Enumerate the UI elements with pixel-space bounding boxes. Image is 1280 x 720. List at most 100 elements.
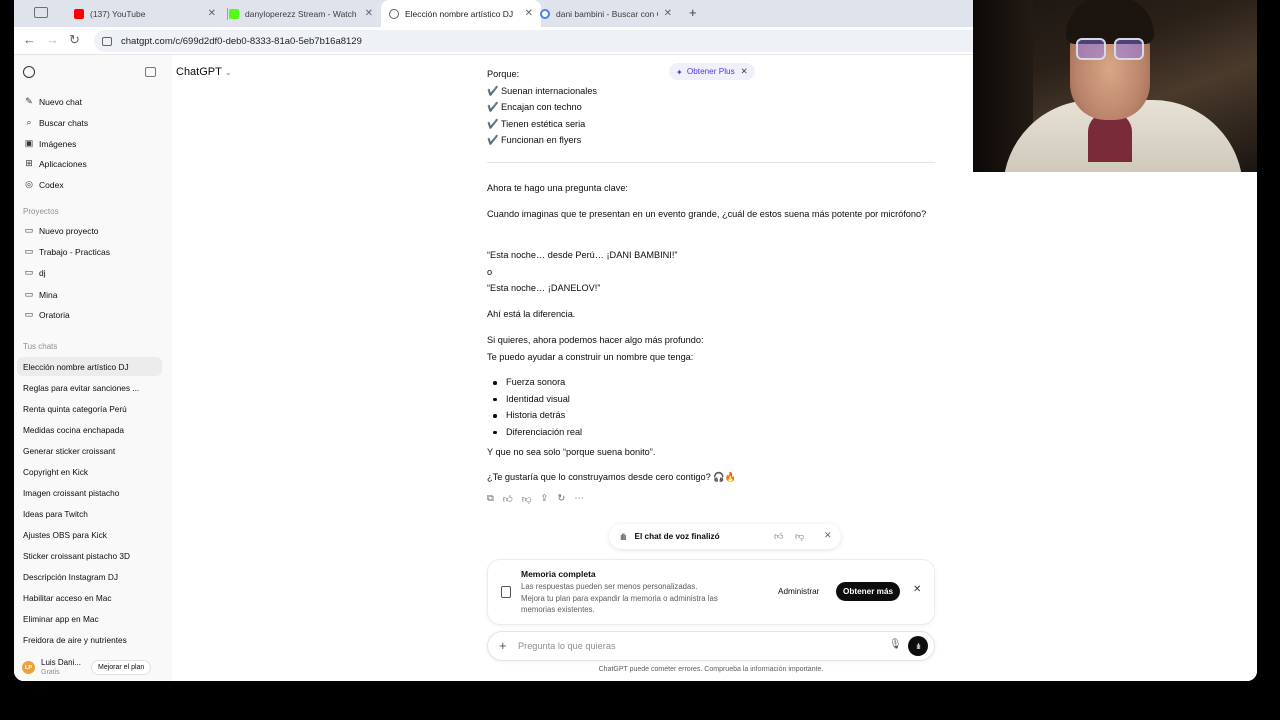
sidebar-item-label: dj (39, 267, 46, 278)
sidebar-chat-item[interactable]: Medidas cocina enchapada (17, 420, 162, 439)
tab-google[interactable]: dani bambini - Buscar con Go ✕ (532, 2, 680, 25)
sidebar-item-project[interactable]: ▭ Oratoria (22, 305, 163, 324)
tab-title: Elección nombre artístico DJ (405, 8, 514, 19)
close-icon[interactable]: ✕ (664, 8, 672, 19)
reload-icon[interactable]: ↻ (69, 32, 80, 48)
sidebar-chat-item[interactable]: Copyright en Kick (17, 462, 162, 481)
message-text: ¿Te gustaría que lo construyamos desde c… (487, 472, 737, 482)
webcam-glasses-right (1114, 38, 1144, 60)
image-icon: ▣ (24, 138, 34, 148)
folder-icon: ▭ (24, 246, 34, 256)
share-icon[interactable]: ⇪ (540, 493, 548, 505)
sidebar-item-label: Mina (39, 289, 58, 300)
sidebar-item-label: Imágenes (39, 138, 77, 149)
thumbs-up-icon[interactable]: 👍︎ (503, 493, 513, 505)
tab-chatgpt[interactable]: Elección nombre artístico DJ ✕ (381, 0, 541, 27)
close-icon[interactable]: ✕ (208, 8, 216, 19)
message-text: Si quieres, ahora podemos hacer algo más… (487, 335, 704, 345)
quote-text: “Esta noche… ¡DANELOV!” (487, 283, 601, 293)
quote-text: “Esta noche… desde Perú… ¡DANI BAMBINI!” (487, 250, 678, 260)
sidebar-toggle-icon[interactable] (145, 67, 156, 77)
thumbs-up-icon[interactable]: 👍︎ (774, 531, 783, 542)
sidebar-item-search-chats[interactable]: ⌕ Buscar chats (22, 113, 163, 132)
divider (487, 162, 935, 163)
prompt-input[interactable] (518, 632, 858, 660)
memory-description: Las respuestas pueden ser menos personal… (521, 581, 746, 616)
sidebar-item-codex[interactable]: ◎ Codex (22, 175, 163, 194)
sidebar-item-label: Nuevo proyecto (39, 225, 99, 236)
composer: + 🎙︎ ıIı (487, 631, 935, 661)
projects-header: Proyectos (23, 207, 59, 216)
codex-icon: ◎ (25, 179, 33, 189)
get-more-button[interactable]: Obtener más (836, 582, 901, 601)
sidebar-chat-item[interactable]: Generar sticker croissant (17, 441, 162, 460)
sidebar-chat-item[interactable]: Sticker croissant pistacho 3D (17, 546, 162, 565)
sidebar-chat-item[interactable]: Renta quinta categoría Perú (17, 399, 162, 418)
sidebar-item-apps[interactable]: ⊞ Aplicaciones (22, 154, 163, 173)
model-label: ChatGPT (176, 66, 222, 78)
tab-kick[interactable]: danyloperezz Stream - Watch ✕ (221, 2, 381, 25)
youtube-icon (74, 8, 84, 19)
sidebar-item-new-project[interactable]: ▭ Nuevo proyecto (22, 221, 163, 240)
sidebar-chat-item[interactable]: Ajustes OBS para Kick (17, 525, 162, 544)
sidebar-chat-item[interactable]: Imagen croissant pistacho (17, 483, 162, 502)
copy-icon[interactable]: ⧉ (487, 493, 494, 505)
list-item: Diferenciación real (487, 424, 937, 441)
sidebar-chat-item[interactable]: Descripción Instagram DJ (17, 567, 162, 586)
tab-groups-icon[interactable] (34, 7, 48, 18)
tab-title: danyloperezz Stream - Watch (245, 8, 357, 19)
sidebar-chat-item[interactable]: Habilitar acceso en Mac (17, 588, 162, 607)
check-text: Suenan internacionales (501, 85, 598, 96)
sidebar-chat-item[interactable]: Reglas para evitar sanciones ... (17, 378, 162, 397)
tab-youtube[interactable]: (137) YouTube ✕ (66, 2, 224, 25)
sidebar-item-new-chat[interactable]: ✎ Nuevo chat (22, 92, 163, 111)
check-text: Funcionan en flyers (501, 135, 582, 145)
close-icon[interactable]: ✕ (824, 530, 832, 541)
sidebar-chat-item[interactable]: Ideas para Twitch (17, 504, 162, 523)
chatgpt-icon (389, 8, 399, 19)
message-text: Porque: (487, 69, 520, 79)
list-item: Identidad visual (487, 391, 937, 408)
microphone-icon[interactable]: 🎙︎ (889, 639, 902, 650)
sidebar-item-project[interactable]: ▭ Mina (22, 285, 163, 304)
model-selector[interactable]: ChatGPT ⌄ (176, 66, 232, 78)
more-icon[interactable]: ⋯ (574, 493, 584, 505)
back-icon[interactable]: ← (23, 32, 36, 47)
google-icon (540, 8, 550, 19)
sidebar-chat-item[interactable]: Eliminar app en Mac (17, 609, 162, 628)
site-info-icon[interactable] (102, 36, 112, 46)
voice-wave-icon: ıIlı (620, 531, 626, 542)
tab-title: dani bambini - Buscar con Go (556, 8, 658, 19)
sidebar-item-project[interactable]: ▭ dj (22, 263, 163, 282)
forward-icon[interactable]: → (46, 32, 59, 47)
check-icon: ✔️ (487, 135, 501, 145)
regenerate-icon[interactable]: ↻ (557, 493, 565, 505)
new-chat-icon: ✎ (25, 96, 33, 106)
sidebar-chat-item[interactable]: Elección nombre artístico DJ (17, 357, 162, 376)
new-tab-button[interactable]: + (689, 5, 697, 20)
check-text: Encajan con techno (501, 102, 582, 112)
chevron-down-icon: ⌄ (224, 68, 232, 77)
check-text: Tienen estética seria (500, 118, 586, 129)
message-text: Cuando imaginas que te presentan en un e… (487, 209, 927, 219)
check-item: ✔️ Encajan con techno (487, 99, 937, 116)
plus-icon[interactable]: + (499, 638, 507, 653)
manage-memory-button[interactable]: Administrar (771, 582, 826, 601)
user-name: Luis Dani... (41, 658, 82, 667)
voice-mode-button[interactable]: ıIı (908, 636, 928, 656)
sidebar-chat-item[interactable]: Freidora de aire y nutrientes (17, 630, 162, 649)
openai-logo-icon[interactable] (23, 66, 35, 78)
sidebar-item-project[interactable]: ▭ Trabajo - Practicas (22, 242, 163, 261)
search-icon: ⌕ (26, 117, 32, 127)
upgrade-plan-button[interactable]: Mejorar el plan (91, 660, 152, 675)
thumbs-down-icon[interactable]: 👎︎ (522, 493, 532, 505)
close-icon[interactable]: ✕ (913, 584, 921, 595)
close-icon[interactable]: ✕ (365, 8, 373, 19)
thumbs-down-icon[interactable]: 👎︎ (795, 531, 804, 542)
sidebar-item-label: Codex (39, 179, 64, 190)
user-menu[interactable]: LP Luis Dani... Gratis Mejorar el plan (14, 651, 172, 681)
sidebar-item-images[interactable]: ▣ Imágenes (22, 134, 163, 153)
memory-title: Memoria completa (521, 569, 596, 579)
voice-banner-text: El chat de voz finalizó (634, 532, 720, 541)
bullet-list: Fuerza sonora Identidad visual Historia … (487, 374, 937, 440)
